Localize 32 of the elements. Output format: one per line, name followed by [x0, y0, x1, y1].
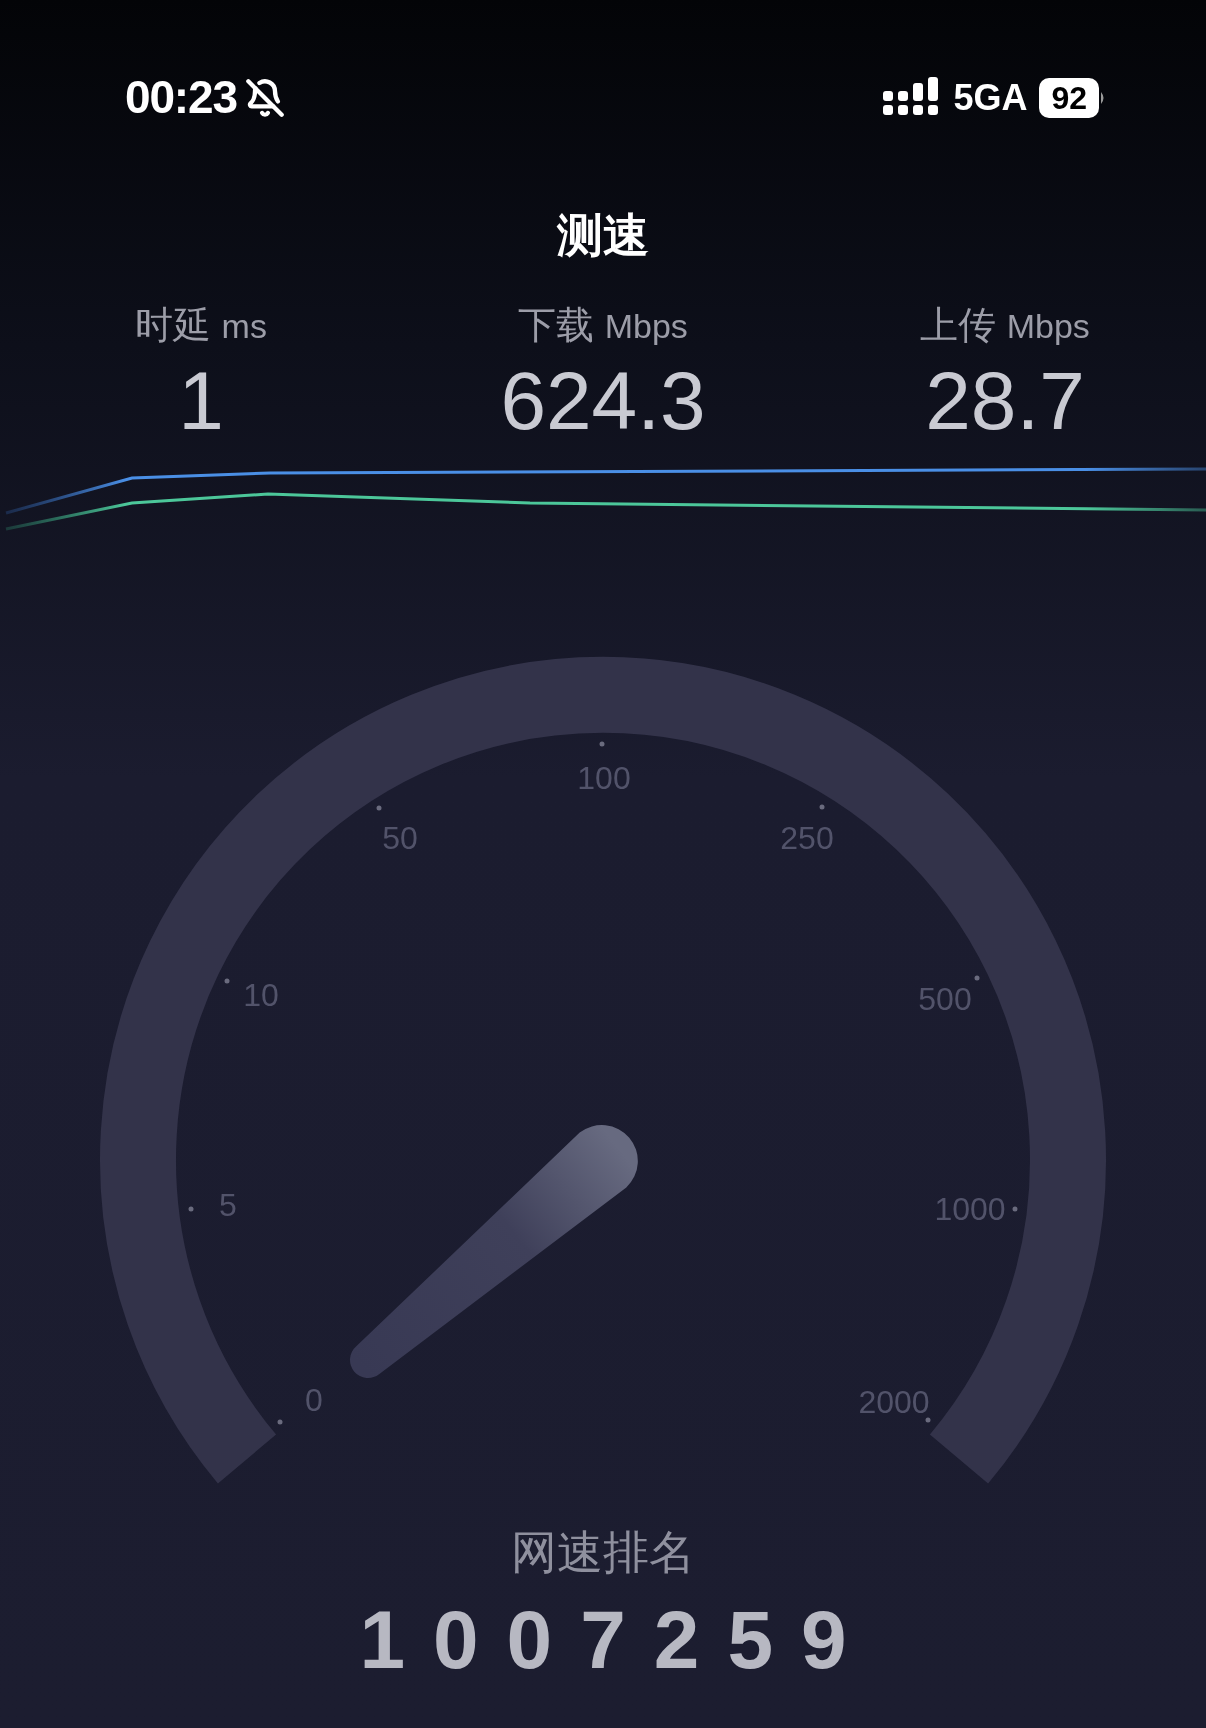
tick-label: 1000	[934, 1191, 1006, 1227]
tick-dot	[277, 1419, 283, 1425]
tick-label: 2000	[858, 1384, 930, 1420]
tick-dot	[224, 978, 230, 984]
status-time: 00:23	[125, 70, 237, 125]
metric-label: 时延 ms	[135, 303, 267, 348]
tick-label: 10	[243, 977, 279, 1013]
tick-dot	[925, 1417, 931, 1423]
tick-dot	[974, 975, 980, 981]
battery-tip-icon	[1101, 91, 1106, 104]
ranking-value: 1007259	[358, 1593, 875, 1687]
tick-dot	[1012, 1206, 1018, 1212]
battery-level: 92	[1039, 77, 1099, 118]
tick-dot	[376, 805, 382, 811]
tick-dot	[188, 1206, 194, 1212]
metric-value: 28.7	[925, 354, 1085, 448]
tick-label: 500	[918, 981, 972, 1017]
ranking-label: 网速排名	[511, 1525, 695, 1580]
tick-dot	[819, 804, 825, 810]
metric-value: 624.3	[500, 354, 706, 448]
metric-value: 1	[178, 354, 224, 448]
tick-label: 5	[219, 1187, 237, 1223]
tick-label: 0	[305, 1382, 323, 1418]
network-type: 5GA	[953, 75, 1028, 120]
tick-label: 50	[382, 820, 418, 856]
metric-label: 上传 Mbps	[920, 303, 1090, 348]
tick-label: 100	[577, 760, 631, 796]
tick-dot	[599, 741, 605, 747]
page-title: 测速	[557, 207, 649, 263]
metric-label: 下载 Mbps	[518, 303, 688, 348]
bell-off-icon	[244, 77, 285, 118]
tick-label: 250	[780, 820, 834, 856]
